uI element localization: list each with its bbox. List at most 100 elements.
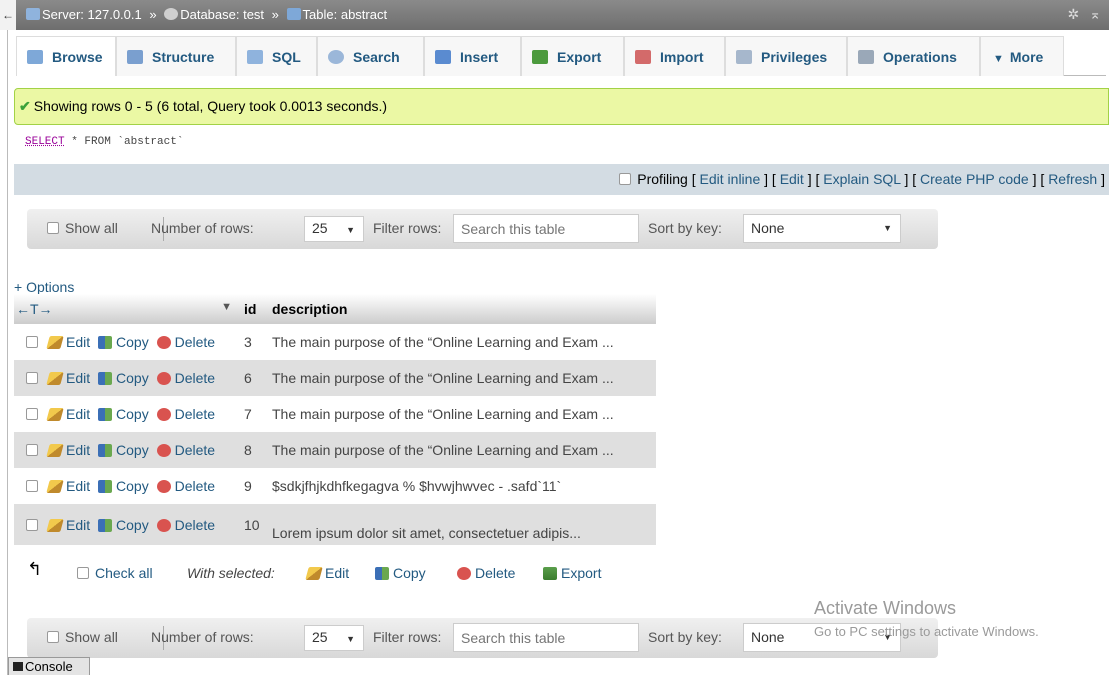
- show-all-checkbox[interactable]: [47, 631, 59, 643]
- row-edit-button[interactable]: Edit: [46, 517, 90, 533]
- edit-label: Edit: [66, 370, 91, 386]
- cell-description[interactable]: The main purpose of the “Online Learning…: [268, 324, 656, 360]
- console-button[interactable]: Console: [8, 657, 90, 675]
- tab-label: Insert: [460, 49, 499, 65]
- tab-operations[interactable]: Operations: [847, 36, 980, 76]
- copy-label: Copy: [116, 442, 149, 458]
- cell-id[interactable]: 6: [238, 360, 268, 396]
- row-copy-button[interactable]: Copy: [98, 406, 149, 422]
- profiling-label: Profiling: [637, 171, 688, 187]
- cell-description[interactable]: The main purpose of the “Online Learning…: [268, 360, 656, 396]
- number-of-rows-select[interactable]: 25 ▼: [304, 625, 364, 651]
- pencil-icon: [46, 336, 64, 349]
- tab-search[interactable]: Search: [317, 36, 424, 76]
- edit-link[interactable]: Edit: [780, 171, 804, 187]
- row-edit-button[interactable]: Edit: [46, 334, 90, 350]
- filter-rows-input[interactable]: [453, 214, 639, 243]
- show-all-label: Show all: [65, 220, 118, 236]
- filter-rows-input[interactable]: [453, 623, 639, 652]
- cell-description[interactable]: The main purpose of the “Online Learning…: [268, 396, 656, 432]
- breadcrumb-database[interactable]: Database: test: [180, 7, 264, 22]
- show-all-checkbox[interactable]: [47, 222, 59, 234]
- check-all-checkbox[interactable]: [77, 567, 89, 579]
- top-breadcrumb-bar: ← Server: 127.0.0.1 » Database: test » T…: [0, 0, 1109, 30]
- edit-inline-link[interactable]: Edit inline: [700, 171, 761, 187]
- row-checkbox[interactable]: [26, 518, 38, 531]
- row-checkbox[interactable]: [26, 480, 38, 492]
- row-edit-button[interactable]: Edit: [46, 442, 90, 458]
- row-edit-button[interactable]: Edit: [46, 406, 90, 422]
- tab-bar: Browse Structure SQL Search Insert Expor…: [16, 36, 1106, 76]
- row-checkbox[interactable]: [26, 444, 38, 456]
- row-delete-button[interactable]: Delete: [156, 442, 215, 458]
- cell-description[interactable]: The main purpose of the “Online Learning…: [268, 432, 656, 468]
- show-all-control[interactable]: Show all: [47, 629, 118, 645]
- row-actions-cell: Edit Copy Delete: [14, 324, 238, 360]
- number-of-rows-select[interactable]: 25 ▼: [304, 216, 364, 242]
- row-copy-button[interactable]: Copy: [98, 370, 149, 386]
- tab-privileges[interactable]: Privileges: [725, 36, 847, 76]
- row-delete-button[interactable]: Delete: [156, 406, 215, 422]
- checkmark-icon: ✔: [19, 98, 31, 114]
- tab-more[interactable]: ▼ More: [980, 36, 1064, 76]
- database-icon: [164, 8, 179, 20]
- chevron-down-icon[interactable]: ▼: [221, 301, 232, 313]
- row-copy-button[interactable]: Copy: [98, 517, 149, 533]
- row-actions-cell: Edit Copy Delete: [14, 504, 238, 545]
- row-delete-button[interactable]: Delete: [156, 334, 215, 350]
- row-copy-button[interactable]: Copy: [98, 478, 149, 494]
- cell-id[interactable]: 8: [238, 432, 268, 468]
- row-edit-button[interactable]: Edit: [46, 370, 91, 386]
- sort-by-key-select[interactable]: None ▼: [743, 214, 901, 243]
- row-delete-button[interactable]: Delete: [156, 478, 215, 494]
- delete-icon: [457, 567, 471, 580]
- table-icon: [286, 8, 301, 20]
- cell-id[interactable]: 3: [238, 324, 268, 360]
- tab-browse[interactable]: Browse: [16, 36, 116, 76]
- tab-import[interactable]: Import: [624, 36, 725, 76]
- row-delete-button[interactable]: Delete: [156, 370, 215, 386]
- gear-icon[interactable]: ✲: [1068, 6, 1080, 22]
- show-all-label: Show all: [65, 629, 118, 645]
- row-checkbox[interactable]: [26, 336, 38, 348]
- check-all-control[interactable]: Check all: [77, 565, 153, 581]
- row-copy-button[interactable]: Copy: [98, 334, 149, 350]
- column-header-id[interactable]: id: [238, 294, 268, 324]
- tab-insert[interactable]: Insert: [424, 36, 521, 76]
- bulk-export-button[interactable]: Export: [543, 565, 601, 581]
- refresh-link[interactable]: Refresh: [1048, 171, 1097, 187]
- row-edit-button[interactable]: Edit: [46, 478, 90, 494]
- row-copy-button[interactable]: Copy: [98, 442, 149, 458]
- cell-description[interactable]: Lorem ipsum dolor sit amet, consectetuer…: [268, 504, 656, 545]
- tab-export[interactable]: Export: [521, 36, 624, 76]
- column-header-description[interactable]: description: [268, 294, 656, 324]
- sql-keyword[interactable]: SELECT: [25, 136, 65, 148]
- filter-rows-label: Filter rows:: [373, 629, 442, 645]
- create-php-code-link[interactable]: Create PHP code: [920, 171, 1029, 187]
- row-checkbox[interactable]: [26, 372, 38, 384]
- column-resize-arrows[interactable]: ←T→ ▼: [14, 294, 238, 324]
- show-all-control[interactable]: Show all: [47, 220, 118, 236]
- cell-id[interactable]: 9: [238, 468, 268, 504]
- bulk-export-label: Export: [561, 565, 602, 581]
- bulk-delete-button[interactable]: Delete: [457, 565, 515, 581]
- chevron-down-icon: ▼: [993, 53, 1004, 65]
- cell-id[interactable]: 7: [238, 396, 268, 432]
- bulk-copy-button[interactable]: Copy: [375, 565, 426, 581]
- bulk-edit-button[interactable]: Edit: [305, 565, 349, 581]
- cell-id[interactable]: 10: [238, 504, 268, 545]
- table-row: Edit Copy Delete 9 $sdkjfhjkdhfkegagva % $…: [14, 468, 656, 504]
- breadcrumb-table[interactable]: Table: abstract: [303, 7, 388, 22]
- options-toggle[interactable]: + Options: [14, 279, 74, 295]
- breadcrumb-server[interactable]: Server: 127.0.0.1: [42, 7, 142, 22]
- profiling-checkbox[interactable]: [619, 173, 632, 185]
- tab-label: Privileges: [761, 49, 828, 65]
- tab-sql[interactable]: SQL: [236, 36, 317, 76]
- row-delete-button[interactable]: Delete: [156, 517, 215, 533]
- explain-sql-link[interactable]: Explain SQL: [823, 171, 900, 187]
- collapse-icon[interactable]: ⌅: [1089, 6, 1101, 22]
- row-checkbox[interactable]: [26, 408, 38, 420]
- back-arrow-icon[interactable]: ←: [0, 0, 16, 30]
- tab-structure[interactable]: Structure: [116, 36, 236, 76]
- cell-description[interactable]: $sdkjfhjkdhfkegagva % $hvwjhwvec - .safd…: [268, 468, 656, 504]
